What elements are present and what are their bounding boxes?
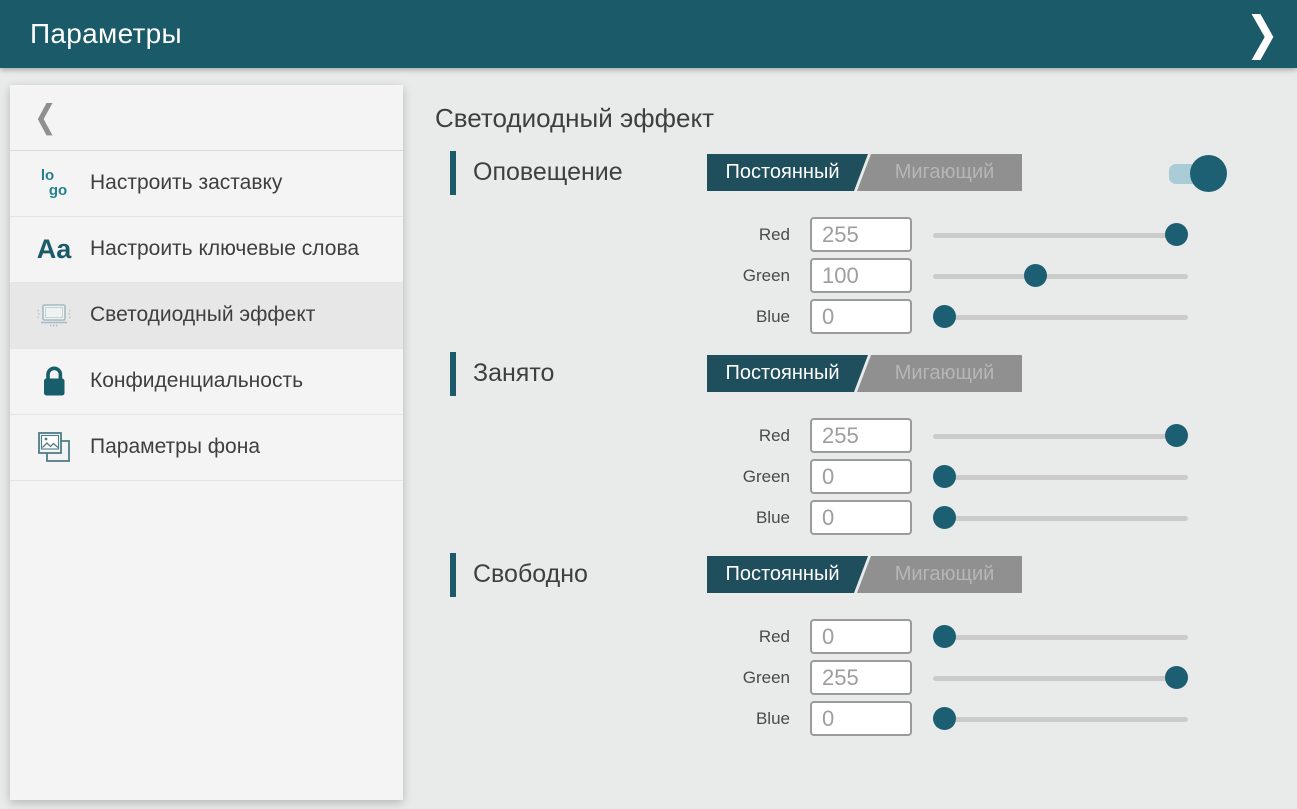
slider-thumb[interactable] xyxy=(933,506,956,529)
red-value-input[interactable] xyxy=(810,418,912,453)
green-value-input[interactable] xyxy=(810,660,912,695)
red-slider[interactable] xyxy=(933,625,1188,649)
red-slider[interactable] xyxy=(933,223,1188,247)
channel-label: Blue xyxy=(435,508,790,528)
mode-option-constant[interactable]: Постоянный xyxy=(707,355,868,392)
rgb-row-green: Green xyxy=(435,456,1227,497)
slider-thumb[interactable] xyxy=(1165,223,1188,246)
sidebar-item-led-effect[interactable]: Светодиодный эффект xyxy=(10,283,403,349)
led-section-busy: Занято Постоянный Мигающий Red Green xyxy=(435,351,1227,538)
section-label: Оповещение xyxy=(473,158,623,187)
sidebar-back-button[interactable]: ❮ xyxy=(10,85,403,151)
rgb-row-green: Green xyxy=(435,657,1227,698)
channel-label: Blue xyxy=(435,307,790,327)
section-label: Свободно xyxy=(473,560,588,589)
slider-track[interactable] xyxy=(933,676,1188,681)
sidebar-item-label: Настроить ключевые слова xyxy=(90,236,359,262)
blue-slider[interactable] xyxy=(933,305,1188,329)
sidebar-item-background[interactable]: Параметры фона xyxy=(10,415,403,481)
slider-thumb[interactable] xyxy=(1165,666,1188,689)
slider-track[interactable] xyxy=(933,635,1188,640)
sidebar-item-privacy[interactable]: Конфиденциальность xyxy=(10,349,403,415)
green-slider[interactable] xyxy=(933,666,1188,690)
red-value-input[interactable] xyxy=(810,619,912,654)
slider-thumb[interactable] xyxy=(1165,424,1188,447)
display-led-icon xyxy=(30,300,78,332)
rgb-row-green: Green xyxy=(435,255,1227,296)
blue-slider[interactable] xyxy=(933,707,1188,731)
slider-thumb[interactable] xyxy=(933,305,956,328)
green-slider[interactable] xyxy=(933,465,1188,489)
slider-track[interactable] xyxy=(933,315,1188,320)
sidebar-item-label: Настроить заставку xyxy=(90,170,282,196)
led-section-notification: Оповещение Постоянный Мигающий Red Green xyxy=(435,150,1227,337)
sidebar-item-screensaver[interactable]: lo go Настроить заставку xyxy=(10,151,403,217)
rgb-row-red: Red xyxy=(435,214,1227,255)
sidebar-item-label: Конфиденциальность xyxy=(90,368,303,394)
sidebar-item-keywords[interactable]: Aa Настроить ключевые слова xyxy=(10,217,403,283)
section-label: Занято xyxy=(473,359,554,388)
mode-option-blinking[interactable]: Мигающий xyxy=(857,556,1022,593)
slider-track[interactable] xyxy=(933,274,1188,279)
rgb-row-blue: Blue xyxy=(435,497,1227,538)
settings-sidebar: ❮ lo go Настроить заставку Aa Настроить … xyxy=(10,85,403,800)
channel-label: Green xyxy=(435,668,790,688)
chevron-right-icon[interactable]: ❯ xyxy=(1245,11,1279,57)
slider-track[interactable] xyxy=(933,516,1188,521)
led-section-free: Свободно Постоянный Мигающий Red Green xyxy=(435,552,1227,739)
blue-slider[interactable] xyxy=(933,506,1188,530)
accent-bar xyxy=(450,553,456,597)
channel-label: Blue xyxy=(435,709,790,729)
slider-track[interactable] xyxy=(933,475,1188,480)
chevron-left-icon: ❮ xyxy=(34,99,57,136)
rgb-row-blue: Blue xyxy=(435,698,1227,739)
channel-label: Red xyxy=(435,225,790,245)
page-title: Параметры xyxy=(30,18,182,50)
accent-bar xyxy=(450,151,456,195)
blue-value-input[interactable] xyxy=(810,299,912,334)
images-icon xyxy=(30,430,78,466)
mode-option-blinking[interactable]: Мигающий xyxy=(857,154,1022,191)
slider-track[interactable] xyxy=(933,233,1188,238)
mode-segmented-control: Постоянный Мигающий xyxy=(707,355,1022,392)
slider-thumb[interactable] xyxy=(933,465,956,488)
app-header: Параметры ❯ xyxy=(0,0,1297,68)
channel-label: Green xyxy=(435,266,790,286)
rgb-row-blue: Blue xyxy=(435,296,1227,337)
channel-label: Red xyxy=(435,426,790,446)
green-value-input[interactable] xyxy=(810,258,912,293)
text-Aa-icon: Aa xyxy=(30,234,78,265)
slider-track[interactable] xyxy=(933,434,1188,439)
green-slider[interactable] xyxy=(933,264,1188,288)
mode-option-constant[interactable]: Постоянный xyxy=(707,556,868,593)
section-title: Светодиодный эффект xyxy=(435,103,1227,134)
blue-value-input[interactable] xyxy=(810,701,912,736)
green-value-input[interactable] xyxy=(810,459,912,494)
slider-track[interactable] xyxy=(933,717,1188,722)
channel-label: Red xyxy=(435,627,790,647)
accent-bar xyxy=(450,352,456,396)
rgb-row-red: Red xyxy=(435,616,1227,657)
toggle-knob xyxy=(1190,155,1227,192)
red-value-input[interactable] xyxy=(810,217,912,252)
mode-option-blinking[interactable]: Мигающий xyxy=(857,355,1022,392)
blue-value-input[interactable] xyxy=(810,500,912,535)
mode-segmented-control: Постоянный Мигающий xyxy=(707,556,1022,593)
logo-icon: lo go xyxy=(30,169,78,198)
mode-option-constant[interactable]: Постоянный xyxy=(707,154,868,191)
sidebar-item-label: Параметры фона xyxy=(90,434,260,460)
notification-toggle-switch[interactable] xyxy=(1169,154,1227,192)
channel-label: Green xyxy=(435,467,790,487)
lock-icon xyxy=(30,364,78,400)
led-effect-panel: Светодиодный эффект Оповещение Постоянны… xyxy=(435,68,1297,809)
slider-thumb[interactable] xyxy=(933,625,956,648)
slider-thumb[interactable] xyxy=(933,707,956,730)
mode-segmented-control: Постоянный Мигающий xyxy=(707,154,1022,191)
sidebar-item-label: Светодиодный эффект xyxy=(90,302,315,328)
rgb-row-red: Red xyxy=(435,415,1227,456)
slider-thumb[interactable] xyxy=(1024,264,1047,287)
red-slider[interactable] xyxy=(933,424,1188,448)
